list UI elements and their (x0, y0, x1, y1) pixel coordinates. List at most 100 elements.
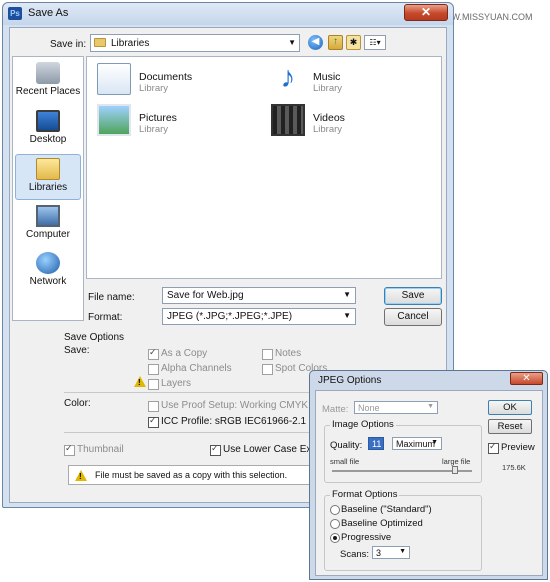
matte-label: Matte: (322, 404, 349, 415)
library-music[interactable]: ♪ Music Library (271, 63, 421, 103)
file-list-pane: Documents Library ♪ Music Library Pictur… (86, 56, 442, 279)
image-options-group (324, 425, 482, 483)
place-desktop[interactable]: Desktop (15, 107, 81, 153)
jpeg-options-body: Matte: None ▼ OK Reset Preview 175.6K Im… (315, 390, 543, 576)
up-folder-icon[interactable]: ↑ (328, 35, 343, 50)
save-button[interactable]: Save (384, 287, 442, 305)
place-computer[interactable]: Computer (15, 202, 81, 248)
new-folder-icon[interactable]: ✱ (346, 35, 361, 50)
place-label: Desktop (29, 134, 67, 145)
libraries-icon (36, 158, 60, 180)
pictures-icon (97, 104, 131, 136)
chevron-down-icon: ▼ (399, 548, 406, 555)
file-name-field[interactable]: Save for Web.jpg ▼ (162, 287, 356, 304)
preview-checkbox[interactable]: Preview (488, 441, 535, 454)
music-icon: ♪ (280, 61, 296, 94)
library-documents[interactable]: Documents Library (97, 63, 247, 103)
save-in-dropdown[interactable]: Libraries ▼ (90, 34, 300, 52)
as-a-copy-checkbox[interactable]: As a Copy (148, 347, 207, 360)
layers-checkbox[interactable]: Layers (148, 378, 191, 390)
quality-preset-value: Maximum (396, 439, 436, 449)
progressive-radio[interactable]: Progressive (330, 532, 391, 543)
photoshop-icon: Ps (8, 7, 22, 20)
scans-label: Scans: (340, 549, 370, 560)
save-label: Save: (64, 345, 90, 356)
title-bar: Ps Save As ✕ (3, 3, 453, 25)
message-box: ! File must be saved as a copy with this… (68, 465, 323, 485)
libraries-folder-icon (94, 38, 106, 47)
save-options-title: Save Options (64, 332, 125, 343)
library-name: Videos (313, 112, 345, 124)
chevron-down-icon: ▼ (431, 439, 438, 446)
place-libraries[interactable]: Libraries (15, 154, 81, 200)
dialog-title: Save As (28, 7, 69, 19)
chevron-down-icon[interactable]: ▼ (343, 290, 351, 299)
baseline-optimized-radio[interactable]: Baseline Optimized (330, 518, 423, 529)
chevron-down-icon: ▼ (427, 403, 434, 410)
large-file-label: large file (442, 457, 471, 466)
library-pictures[interactable]: Pictures Library (97, 104, 247, 144)
library-name: Documents (139, 71, 193, 83)
ok-button[interactable]: OK (488, 400, 532, 415)
documents-icon (97, 63, 131, 95)
quality-preset-dropdown[interactable]: Maximum ▼ (392, 437, 442, 450)
message-text: File must be saved as a copy with this s… (95, 470, 288, 480)
close-button[interactable]: ✕ (404, 4, 448, 21)
library-videos[interactable]: Videos Library (271, 104, 421, 144)
scans-value: 3 (376, 548, 382, 558)
color-label: Color: (64, 398, 91, 409)
small-file-label: small file (330, 457, 360, 466)
format-label: Format: (88, 312, 123, 323)
alpha-channels-checkbox[interactable]: Alpha Channels (148, 363, 232, 375)
file-name-value: Save for Web.jpg (167, 290, 244, 301)
save-in-label: Save in: (50, 39, 87, 50)
recent-places-icon (36, 62, 60, 84)
format-options-title: Format Options (330, 489, 400, 500)
format-dropdown[interactable]: JPEG (*.JPG;*.JPEG;*.JPE) ▼ (162, 308, 356, 325)
use-proof-setup-checkbox[interactable]: Use Proof Setup: Working CMYK (148, 400, 308, 412)
warning-mark: ! (138, 378, 141, 387)
baseline-standard-radio[interactable]: Baseline ("Standard") (330, 504, 432, 515)
place-recent-places[interactable]: Recent Places (15, 59, 81, 105)
library-type: Library (139, 124, 169, 135)
desktop-icon (36, 110, 60, 132)
place-label: Recent Places (15, 86, 81, 97)
back-icon[interactable]: ◀ (308, 35, 323, 50)
image-options-title: Image Options (330, 419, 396, 430)
videos-icon (271, 104, 305, 136)
matte-dropdown[interactable]: None ▼ (354, 401, 438, 414)
cancel-button[interactable]: Cancel (384, 308, 442, 326)
format-value: JPEG (*.JPG;*.JPEG;*.JPE) (167, 311, 293, 322)
library-name: Music (313, 71, 341, 83)
thumbnail-checkbox[interactable]: Thumbnail (64, 443, 124, 456)
places-bar: Recent Places Desktop Libraries Computer… (12, 56, 84, 321)
quality-input[interactable]: 11 (368, 437, 384, 450)
quality-slider-handle[interactable] (452, 466, 458, 474)
place-label: Libraries (28, 182, 68, 193)
scans-dropdown[interactable]: 3 ▼ (372, 546, 410, 559)
file-name-label: File name: (88, 292, 135, 303)
notes-checkbox[interactable]: Notes (262, 348, 301, 360)
place-label: Network (29, 276, 67, 287)
view-menu-icon[interactable]: ☷▾ (364, 35, 386, 50)
quality-slider-track[interactable] (332, 470, 472, 472)
jpeg-options-dialog: JPEG Options ✕ Matte: None ▼ OK Reset Pr… (309, 370, 548, 580)
place-label: Computer (26, 229, 70, 240)
icc-profile-checkbox[interactable]: ICC Profile: sRGB IEC61966-2.1 (148, 415, 306, 428)
library-type: Library (313, 124, 343, 135)
chevron-down-icon: ▼ (288, 38, 296, 47)
close-button[interactable]: ✕ (510, 372, 543, 385)
chevron-down-icon: ▼ (343, 311, 351, 320)
jpeg-options-title: JPEG Options (318, 375, 382, 386)
place-network[interactable]: Network (15, 249, 81, 295)
library-name: Pictures (139, 112, 177, 124)
quality-label: Quality: (330, 440, 363, 451)
matte-value: None (358, 403, 380, 413)
computer-icon (36, 205, 60, 227)
save-in-value: Libraries (111, 38, 150, 49)
library-type: Library (313, 83, 343, 94)
reset-button[interactable]: Reset (488, 419, 532, 434)
network-icon (36, 252, 60, 274)
file-size: 175.6K (502, 463, 526, 472)
use-lower-case-extension-checkbox[interactable]: Use Lower Case Exte (210, 443, 320, 456)
